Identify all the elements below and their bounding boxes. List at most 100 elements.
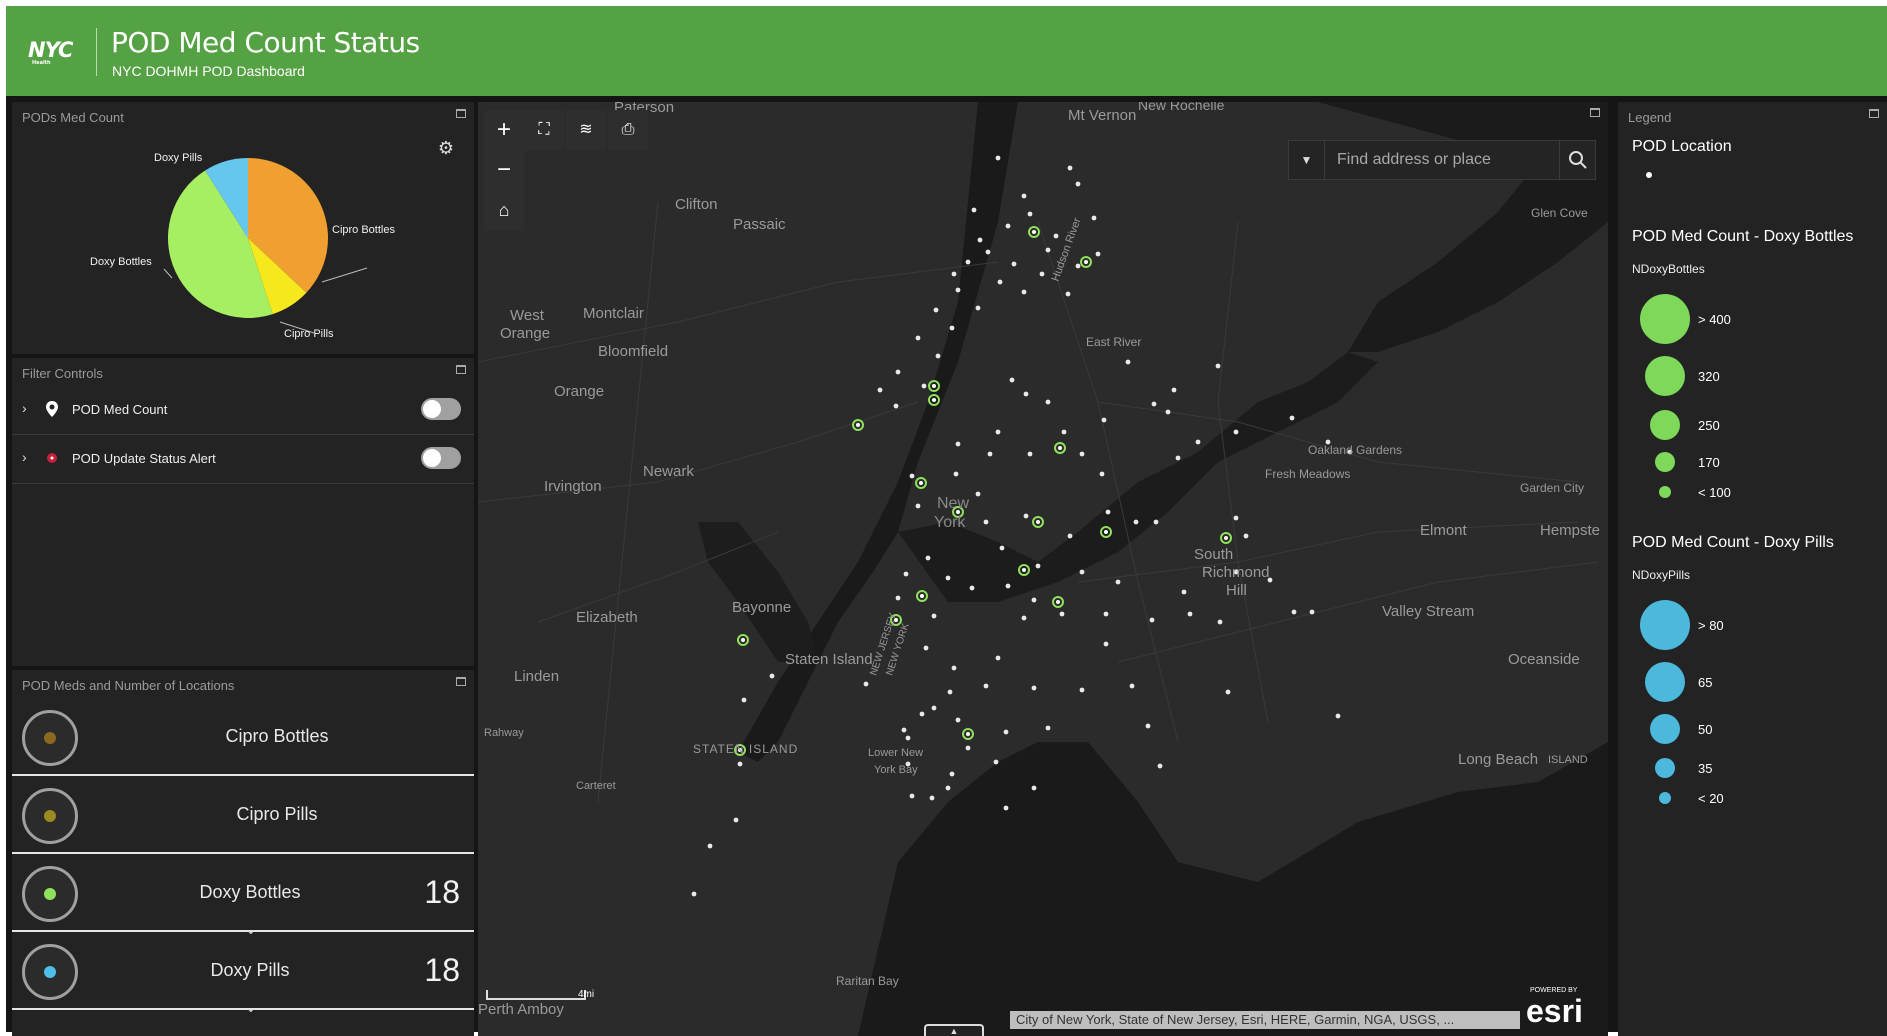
pod-location-point: [983, 683, 989, 689]
pod-location-point: [737, 761, 743, 767]
basemap[interactable]: Paterson Mt Vernon New Rochelle Clifton …: [478, 102, 1608, 1036]
pod-location-point: [945, 575, 951, 581]
pie-label-doxy-bottles: Doxy Bottles: [90, 256, 152, 268]
svg-text:STATEN ISLAND: STATEN ISLAND: [693, 742, 798, 756]
chevron-down-icon[interactable]: ⌄: [245, 999, 257, 1016]
svg-text:Linden: Linden: [514, 668, 559, 685]
maximize-icon[interactable]: [456, 677, 466, 686]
pod-location-point: [1067, 165, 1073, 171]
doxy-bottles-point-center: [1056, 600, 1060, 604]
svg-text:West: West: [510, 307, 545, 324]
header-divider: [96, 28, 97, 76]
pod-location-point: [1125, 359, 1131, 365]
svg-text:Mt Vernon: Mt Vernon: [1068, 107, 1136, 124]
legend-class-label: 50: [1698, 722, 1713, 737]
legend-class-label: > 400: [1698, 312, 1731, 327]
med-row-cipro-bottles[interactable]: Cipro Bottles: [12, 698, 474, 776]
home-button[interactable]: ⌂: [484, 190, 524, 230]
pod-location-point: [1181, 589, 1187, 595]
pod-location-point: [1217, 619, 1223, 625]
pod-location-point: [893, 403, 899, 409]
filter-row-pod-med-count[interactable]: › POD Med Count: [12, 386, 474, 435]
select-tool-icon[interactable]: ⛶: [524, 110, 564, 150]
med-label: Doxy Pills: [210, 960, 290, 980]
search-input[interactable]: Find address or place: [1337, 151, 1491, 169]
pod-location-point: [1133, 519, 1139, 525]
pod-med-count-toggle[interactable]: [421, 398, 461, 420]
maximize-icon[interactable]: [456, 365, 466, 374]
svg-text:Richmond: Richmond: [1202, 564, 1270, 581]
layers-icon[interactable]: ≋: [566, 110, 606, 150]
pod-location-point: [1021, 615, 1027, 621]
pod-location-point: [1165, 409, 1171, 415]
svg-text:Oceanside: Oceanside: [1508, 651, 1580, 668]
header-bar: NYC Health POD Med Count Status NYC DOHMH…: [6, 6, 1887, 96]
chevron-right-icon[interactable]: ›: [22, 449, 27, 465]
pod-location-point: [1101, 417, 1107, 423]
legend-symbol: [1640, 294, 1690, 344]
legend-symbol: [1655, 452, 1675, 472]
pod-location-point: [1103, 611, 1109, 617]
pod-location-point: [1175, 455, 1181, 461]
filter-label: POD Update Status Alert: [72, 451, 216, 466]
pod-location-point: [1031, 785, 1037, 791]
filter-label: POD Med Count: [72, 402, 168, 417]
pod-location-point: [965, 745, 971, 751]
search-widget[interactable]: ▼ Find address or place: [1288, 140, 1596, 180]
pod-location-point: [947, 689, 953, 695]
attribution-toggle[interactable]: ▲: [924, 1024, 984, 1036]
pie-chart: [163, 158, 368, 334]
pod-location-point: [955, 717, 961, 723]
chevron-right-icon[interactable]: ›: [22, 400, 27, 416]
svg-text:Rahway: Rahway: [484, 727, 524, 739]
pod-location-point: [975, 305, 981, 311]
legend-symbol: [1655, 758, 1675, 778]
svg-text:Staten Island: Staten Island: [785, 651, 873, 668]
pod-location-point: [1045, 399, 1051, 405]
med-row-doxy-bottles[interactable]: Doxy Bottles 18 ⌄: [12, 854, 474, 937]
legend-class-label: 250: [1698, 418, 1720, 433]
pod-location-point: [975, 491, 981, 497]
pie-leader-line: [321, 267, 368, 283]
doxy-bottles-point-center: [920, 594, 924, 598]
pod-location-point: [923, 645, 929, 651]
pod-location-point: [1059, 611, 1065, 617]
maximize-icon[interactable]: [1590, 108, 1600, 117]
pod-location-point: [1233, 515, 1239, 521]
dashboard: NYC Health POD Med Count Status NYC DOHMH…: [6, 6, 1887, 1036]
med-row-cipro-pills[interactable]: Cipro Pills: [12, 776, 474, 854]
legend-panel: Legend POD Location POD Med Count - Doxy…: [1618, 102, 1887, 1036]
pod-location-point: [1153, 519, 1159, 525]
zoom-in-button[interactable]: +: [484, 110, 524, 150]
pod-location-point: [1003, 729, 1009, 735]
scale-bar: [486, 990, 586, 1000]
pod-location-point: [955, 441, 961, 447]
pod-location-point: [1099, 471, 1105, 477]
pod-location-point: [1005, 583, 1011, 589]
map-view[interactable]: Paterson Mt Vernon New Rochelle Clifton …: [478, 102, 1608, 1036]
legend-field: NDoxyBottles: [1632, 262, 1705, 276]
pod-location-point: [895, 595, 901, 601]
filter-row-pod-update-status-alert[interactable]: › POD Update Status Alert: [12, 435, 474, 484]
search-button[interactable]: [1559, 141, 1595, 179]
pod-location-point: [1031, 685, 1037, 691]
svg-text:Hill: Hill: [1226, 582, 1247, 599]
pod-location-point: [1045, 725, 1051, 731]
pod-location-point: [1023, 513, 1029, 519]
pod-location-point: [999, 545, 1005, 551]
pod-location-point: [995, 655, 1001, 661]
maximize-icon[interactable]: [1869, 109, 1879, 118]
pod-update-status-toggle[interactable]: [421, 447, 461, 469]
pod-location-point: [1079, 451, 1085, 457]
pie-label-doxy-pills: Doxy Pills: [154, 152, 203, 164]
zoom-out-button[interactable]: −: [484, 150, 524, 190]
alert-dot-icon: [47, 453, 57, 463]
svg-text:York: York: [934, 514, 966, 531]
pod-location-point: [1027, 451, 1033, 457]
med-gauge-icon: [22, 866, 78, 922]
med-row-doxy-pills[interactable]: Doxy Pills 18 ⌄: [12, 932, 474, 1015]
chevron-down-icon[interactable]: ▼: [1289, 141, 1325, 179]
pod-location-point: [1053, 233, 1059, 239]
pod-location-point: [1289, 415, 1295, 421]
print-icon[interactable]: ⎙: [608, 110, 648, 150]
